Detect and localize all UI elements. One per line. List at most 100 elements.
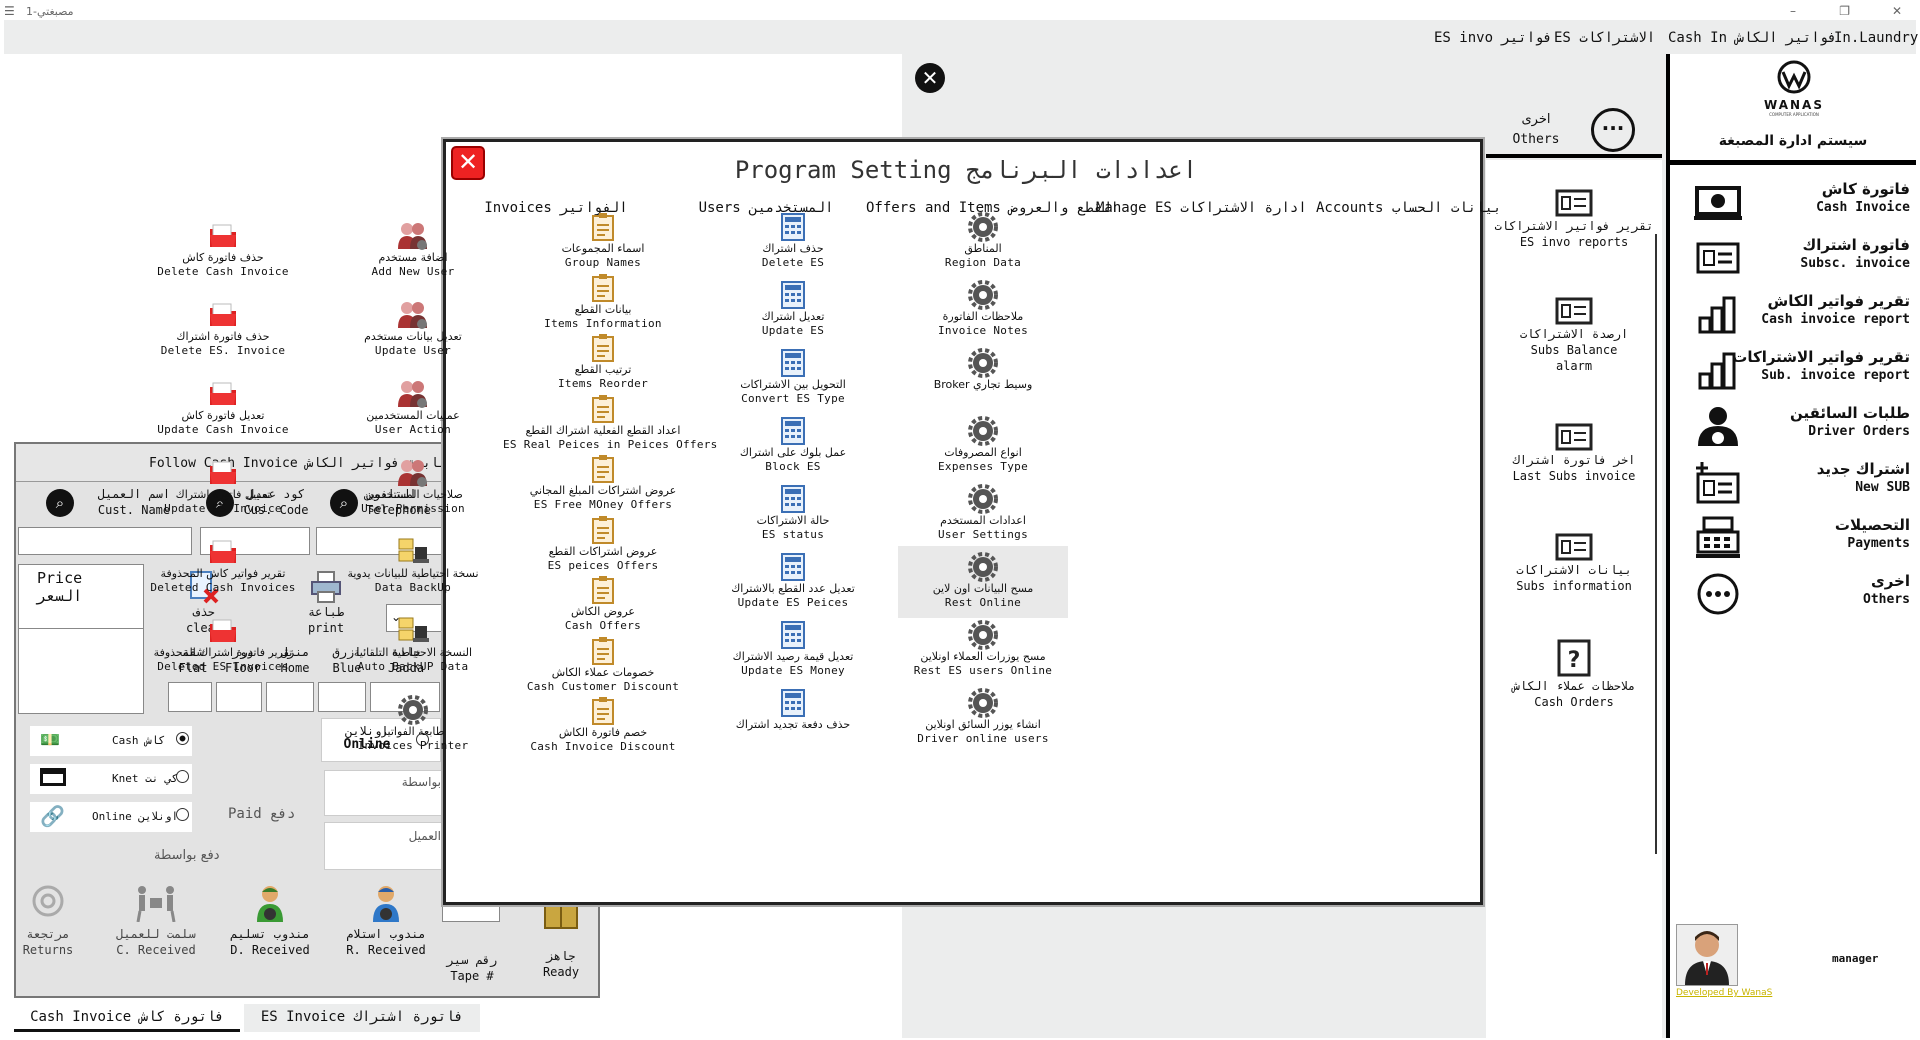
paid-by-field[interactable]: بواسطة xyxy=(324,770,444,816)
setting-users-3[interactable]: صلاحيات المستخدمين User Permission xyxy=(313,458,513,516)
mid-item-subs-information[interactable]: بيانات الاشتراكات Subs information xyxy=(1486,532,1662,594)
setting-manage-es-7[interactable]: حذف دفعة تجديد اشتراك xyxy=(693,688,893,732)
calc-icon xyxy=(693,212,893,242)
sidebar-item-payments[interactable]: التحصيلات Payments xyxy=(1680,514,1914,566)
setting-manage-es-5[interactable]: تعديل عدد القطع بالاشتراك Update ES Peice… xyxy=(693,552,893,610)
setting-label-en: Update User xyxy=(374,344,452,357)
setting-offers-items-1[interactable]: بيانات القطع Items Information xyxy=(503,273,703,331)
setting-users-0[interactable]: اضافة مستخدم Add New User xyxy=(313,221,513,279)
setting-manage-es-0[interactable]: حذف اشتراك Delete ES xyxy=(693,212,893,270)
setting-label-en: Invoices Printer xyxy=(357,739,469,752)
setting-label-en: Rest Online xyxy=(944,596,1022,609)
floor-input[interactable] xyxy=(216,682,262,712)
setting-label-ar: انواع المصروفات xyxy=(944,446,1022,459)
folder-icon xyxy=(123,221,323,251)
avatar[interactable] xyxy=(1676,924,1738,986)
menu-in-laundry[interactable]: In.Laundry xyxy=(1834,30,1918,46)
note-icon xyxy=(503,212,703,242)
setting-accounts-6[interactable]: مسح يوزرات العملاء اونلاين Rest ES users … xyxy=(883,620,1083,678)
ready-button[interactable]: جاهز Ready xyxy=(524,896,598,980)
sidebar-item-cash-invoice-report[interactable]: تقرير فواتير الكاش Cash invoice report xyxy=(1680,290,1914,342)
calc-icon xyxy=(693,280,893,310)
tab-cash-invoice[interactable]: Cash Invoice فاتورة كاش xyxy=(14,1004,240,1032)
sidebar-item-cash-invoice[interactable]: فاتورة كاش Cash Invoice xyxy=(1680,178,1914,230)
sidebar-item-new-sub[interactable]: اشتراك جديد New SUB xyxy=(1680,458,1914,510)
setting-accounts-5[interactable]: مسح البيانات اون لاين Rest Online xyxy=(898,546,1068,618)
setting-accounts-3[interactable]: انواع المصروفات Expenses Type xyxy=(883,416,1083,474)
pay-online-option[interactable]: 🔗 Online اونلاين xyxy=(30,802,192,832)
delivery-received-button[interactable]: مندوب تسليم D. Received xyxy=(230,884,310,958)
more-icon[interactable]: ··· xyxy=(1591,108,1635,152)
mid-item-en: Last Subs invoice xyxy=(1512,469,1636,483)
developed-by-link[interactable]: Developed By WanaS xyxy=(1676,988,1772,998)
sidebar-item-subsc-invoice[interactable]: فاتورة اشتراك Subsc. invoice xyxy=(1680,234,1914,286)
pay-cash-option[interactable]: 💵 Cash كاش xyxy=(30,726,192,756)
setting-accounts-2[interactable]: Broker وسيط تجاري xyxy=(883,348,1083,392)
mid-item-cash-orders[interactable]: ? ملاحظات عملاء الكاش Cash Orders xyxy=(1486,638,1662,710)
sidebar-item-others[interactable]: اخرى Others xyxy=(1680,570,1914,622)
close-window-icon[interactable]: ✕ xyxy=(1892,4,1902,18)
note-icon xyxy=(503,273,703,303)
setting-users-5[interactable]: النسخة الاحتياطية التلقائية Auto BackUP D… xyxy=(313,616,513,674)
tab-es-invoice[interactable]: ES Invoice فاتورة اشتراك xyxy=(244,1004,480,1032)
delivery-man-icon xyxy=(257,886,283,922)
setting-label-en: Data BackUp xyxy=(374,581,452,594)
invoice-card-icon xyxy=(1696,242,1740,274)
menu-cash-in[interactable]: Cash In فواتير الكاش xyxy=(1668,30,1837,46)
setting-offers-items-4[interactable]: عروض اشتراكات المبلغ المجاني ES Free MOne… xyxy=(503,454,703,512)
setting-manage-es-6[interactable]: تعديل قيمة رصيد الاشتراك Update ES Money xyxy=(693,620,893,678)
setting-label-ar: ملاحظات الفاتورة xyxy=(942,310,1024,323)
setting-invoices-4[interactable]: تقرير فواتير كاش المحذوفة Deleted Cash In… xyxy=(123,537,323,595)
customer-field[interactable]: العميل xyxy=(324,822,444,870)
setting-offers-items-2[interactable]: ترتيب القطع Items Reorder xyxy=(503,333,703,391)
mid-item-es-invo-reports[interactable]: تقرير فواتير الاشتراكات ES invo reports xyxy=(1486,188,1662,250)
setting-manage-es-3[interactable]: عمل بلوك على اشتراك Block ES xyxy=(693,416,893,474)
others-band[interactable]: اخرى Others ··· xyxy=(1486,98,1662,158)
restore-icon[interactable]: ❐ xyxy=(1839,4,1850,18)
setting-accounts-0[interactable]: المناطق Region Data xyxy=(883,212,1083,270)
setting-manage-es-1[interactable]: تعديل اشتراك Update ES xyxy=(693,280,893,338)
setting-manage-es-4[interactable]: حالة الاشتراكات ES status xyxy=(693,484,893,542)
setting-accounts-1[interactable]: ملاحظات الفاتورة Invoice Notes xyxy=(883,280,1083,338)
setting-accounts-7[interactable]: انشاء يوزر السائق اونلاين Driver online u… xyxy=(883,688,1083,746)
setting-offers-items-7[interactable]: خصومات عملاء الكاش Cash Customer Discount xyxy=(503,636,703,694)
radio-knet[interactable] xyxy=(176,770,189,783)
setting-invoices-0[interactable]: حذف فاتورة كاش Delete Cash Invoice xyxy=(123,221,323,279)
setting-invoices-3[interactable]: تعديل فاتورة اشتراك Update ES Invoice xyxy=(123,458,323,516)
setting-invoices-2[interactable]: تعديل فاتورة كاش Update Cash Invoice xyxy=(123,379,323,437)
setting-users-4[interactable]: نسخة احتياطية للبيانات يدوية Data BackUp xyxy=(313,537,513,595)
setting-users-6[interactable]: طابعة الفواتير Invoices Printer xyxy=(313,695,513,753)
radio-online[interactable] xyxy=(176,808,189,821)
setting-offers-items-5[interactable]: عروض اشتراكات القطع ES peices Offers xyxy=(503,515,703,573)
close-circle-icon[interactable]: ✕ xyxy=(915,63,945,93)
calc-icon xyxy=(693,552,893,582)
setting-offers-items-3[interactable]: اعداد القطع الفعلية اشتراك القطع ES Real … xyxy=(503,394,717,452)
home-input[interactable] xyxy=(266,682,314,712)
pay-knet-option[interactable]: Knet كي نت xyxy=(30,764,192,794)
mid-item-subs-balance[interactable]: ارصدة الاشتراكات Subs Balance alarm xyxy=(1486,296,1662,374)
bar-chart-icon xyxy=(1698,296,1736,334)
setting-accounts-4[interactable]: اعدادات المستخدم User Settings xyxy=(883,484,1083,542)
hamburger-icon[interactable]: ☰ xyxy=(4,4,15,18)
setting-invoices-5[interactable]: تقرير فاتورة اشتراك المحذوفة Deleted ES I… xyxy=(123,616,323,674)
sidebar-item-driver-orders[interactable]: طلبات السائقين Driver Orders xyxy=(1680,402,1914,454)
setting-offers-items-6[interactable]: عروض الكاش Cash Offers xyxy=(503,575,703,633)
menu-es-subscriptions[interactable]: ES الاشتراكات xyxy=(1554,30,1655,46)
setting-users-1[interactable]: تعديل بيانات مستخدم Update User xyxy=(313,300,513,358)
report-card-icon xyxy=(1555,297,1593,325)
radio-cash[interactable] xyxy=(176,732,189,745)
setting-manage-es-2[interactable]: التحويل بين الاشتراكات Convert ES Type xyxy=(693,348,893,406)
setting-users-2[interactable]: عمليات المستخدمين User Action xyxy=(313,379,513,437)
setting-invoices-1[interactable]: حذف فاتورة اشتراك Delete ES. Invoice xyxy=(123,300,323,358)
search-icon[interactable]: ⌕ xyxy=(46,489,74,517)
flat-input[interactable] xyxy=(168,682,212,712)
mid-item-last-subs-invoice[interactable]: اخر فاتورة اشتراك Last Subs invoice xyxy=(1486,422,1662,484)
setting-offers-items-8[interactable]: خصم فاتورة الكاش Cash Invoice Discount xyxy=(503,696,703,754)
receipt-received-button[interactable]: مندوب استلام R. Received xyxy=(346,884,426,958)
menu-es-invoices[interactable]: ES invo فواتير xyxy=(1434,30,1552,46)
setting-offers-items-0[interactable]: اسماء المجموعات Group Names xyxy=(503,212,703,270)
returns-button[interactable]: مرتجعة Returns xyxy=(18,884,78,958)
minimize-icon[interactable]: – xyxy=(1790,4,1796,18)
customer-received-button[interactable]: سلمت للعميل C. Received xyxy=(106,884,206,958)
sidebar-item-sub-invoice-report[interactable]: تقرير فواتير الاشتراكات Sub. invoice rep… xyxy=(1680,346,1914,398)
